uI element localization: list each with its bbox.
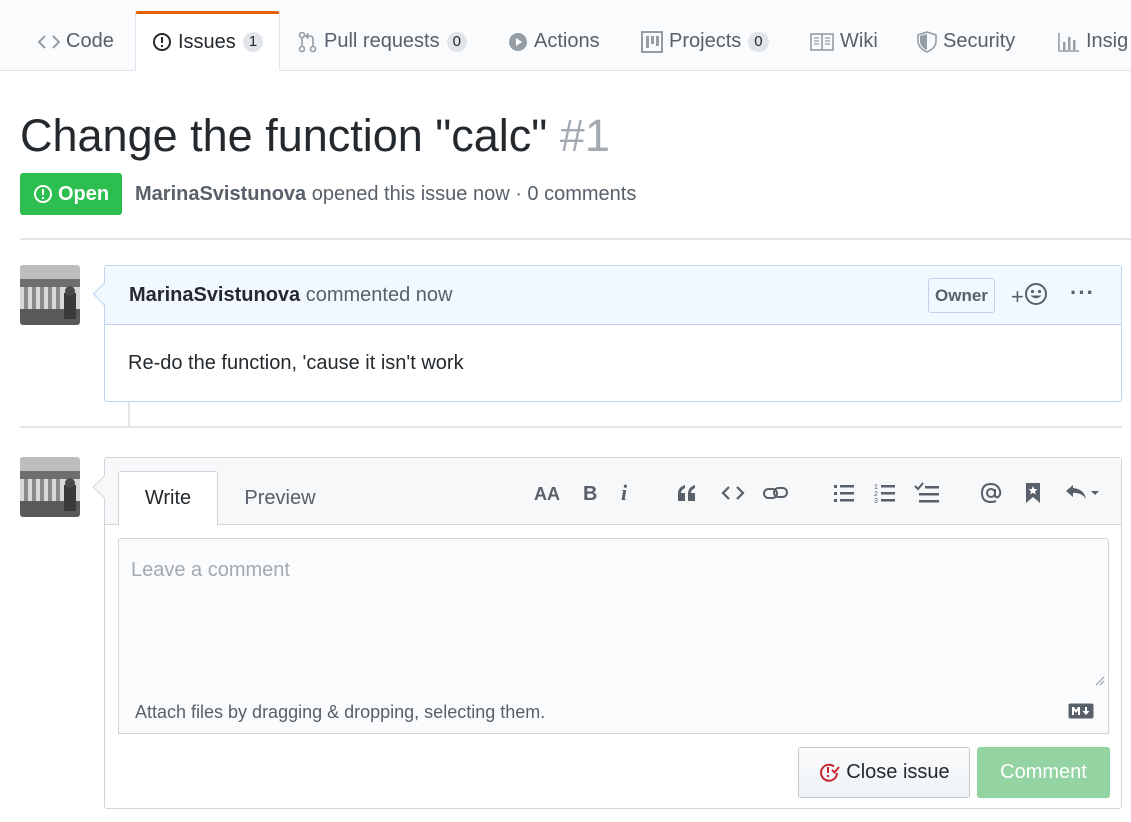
comment-submit-button[interactable]: Comment: [977, 747, 1110, 798]
issues-count-badge: 1: [242, 32, 264, 52]
new-comment-form: Write Preview AA B i 123 Leave a comment…: [92, 457, 1122, 809]
repo-nav-tabs: Code Issues 1 Pull requests 0 Actions Pr…: [0, 0, 1131, 71]
tab-write[interactable]: Write: [118, 471, 218, 526]
owner-badge: Owner: [928, 278, 995, 313]
task-list-icon[interactable]: [913, 480, 941, 506]
tab-security[interactable]: Security: [917, 12, 1015, 71]
play-icon: [508, 32, 528, 52]
quote-icon[interactable]: [674, 480, 700, 506]
tab-projects[interactable]: Projects 0: [641, 12, 769, 71]
bulleted-list-icon[interactable]: [832, 480, 856, 506]
svg-text:i: i: [621, 482, 628, 504]
editor-header: Write Preview AA B i 123: [105, 458, 1121, 526]
mention-icon[interactable]: [978, 480, 1004, 506]
svg-text:B: B: [583, 483, 597, 504]
issue-opened-icon: [33, 184, 53, 204]
tab-label: Insig: [1086, 30, 1129, 52]
saved-reply-icon[interactable]: [1023, 480, 1043, 506]
close-issue-label: Close issue: [846, 761, 950, 783]
attach-hint: Attach files by dragging & dropping, sel…: [135, 702, 546, 722]
numbered-list-icon[interactable]: 123: [873, 480, 897, 506]
close-issue-button[interactable]: Close issue: [798, 747, 970, 798]
tab-issues[interactable]: Issues 1: [135, 11, 281, 71]
tab-pull-requests[interactable]: Pull requests 0: [298, 12, 467, 71]
issue-author-link[interactable]: MarinaSvistunova: [135, 183, 306, 205]
reply-icon[interactable]: [1063, 480, 1103, 506]
code-icon[interactable]: [719, 480, 747, 506]
divider: [20, 426, 1122, 428]
issue-opened-icon: [152, 32, 172, 52]
file-attachment-dropzone[interactable]: Attach files by dragging & dropping, sel…: [118, 686, 1109, 734]
pulls-count-badge: 0: [446, 31, 467, 52]
comment-author-line: MarinaSvistunova commented now: [129, 284, 452, 307]
issue-closed-icon: [818, 762, 841, 784]
avatar[interactable]: [20, 265, 80, 325]
git-pull-request-icon: [298, 31, 318, 53]
svg-text:A: A: [534, 484, 547, 504]
issue-state-badge: Open: [20, 173, 122, 215]
issue-meta: MarinaSvistunova opened this issue now ·…: [135, 183, 636, 206]
graph-icon: [1058, 32, 1080, 52]
issue-comment: MarinaSvistunova commented now Owner + ·…: [92, 265, 1122, 402]
avatar[interactable]: [20, 457, 80, 517]
comment-body: Re-do the function, 'cause it isn't work: [128, 352, 464, 374]
tab-label: Security: [943, 30, 1016, 52]
issue-title-text: Change the function "calc": [20, 110, 548, 161]
issue-title: Change the function "calc" #1: [20, 110, 610, 162]
svg-text:1: 1: [874, 484, 878, 491]
tab-preview[interactable]: Preview: [230, 471, 330, 526]
text-size-icon[interactable]: AA: [533, 480, 563, 506]
tab-wiki[interactable]: Wiki: [810, 12, 878, 71]
issue-number: #1: [559, 110, 610, 161]
comment-timestamp[interactable]: commented now: [306, 284, 453, 306]
tab-label: Pull requests: [324, 30, 440, 52]
divider: [20, 238, 1131, 240]
link-icon[interactable]: [761, 480, 791, 506]
tab-label: Actions: [534, 30, 600, 52]
tab-label: Code: [66, 30, 114, 52]
bold-icon[interactable]: B: [579, 480, 601, 506]
code-icon: [38, 34, 60, 50]
svg-text:2: 2: [874, 491, 878, 498]
comment-header: MarinaSvistunova commented now Owner + ·…: [105, 266, 1121, 325]
add-reaction-button[interactable]: +: [1011, 282, 1048, 312]
comment-author-link[interactable]: MarinaSvistunova: [129, 284, 300, 306]
tab-label: Wiki: [840, 30, 878, 52]
tab-actions[interactable]: Actions: [508, 12, 600, 71]
timeline-line: [128, 402, 130, 426]
comment-placeholder: Leave a comment: [131, 559, 290, 581]
project-icon: [641, 30, 663, 53]
issue-meta-text: opened this issue now · 0 comments: [311, 183, 637, 205]
plus-text: +: [1011, 284, 1024, 309]
shield-icon: [917, 30, 937, 53]
svg-text:3: 3: [874, 498, 878, 504]
smiley-icon: [1024, 282, 1048, 312]
italic-icon[interactable]: i: [617, 480, 633, 506]
tab-label: Projects: [669, 30, 742, 52]
tab-code[interactable]: Code: [38, 12, 114, 71]
svg-text:A: A: [547, 484, 560, 504]
issue-state-label: Open: [57, 182, 110, 205]
projects-count-badge: 0: [748, 31, 769, 52]
tab-insights[interactable]: Insig: [1058, 12, 1128, 71]
book-icon: [810, 32, 834, 51]
comment-options-button[interactable]: ···: [1070, 280, 1095, 306]
tab-label: Issues: [178, 30, 236, 53]
markdown-icon[interactable]: [1068, 703, 1094, 724]
